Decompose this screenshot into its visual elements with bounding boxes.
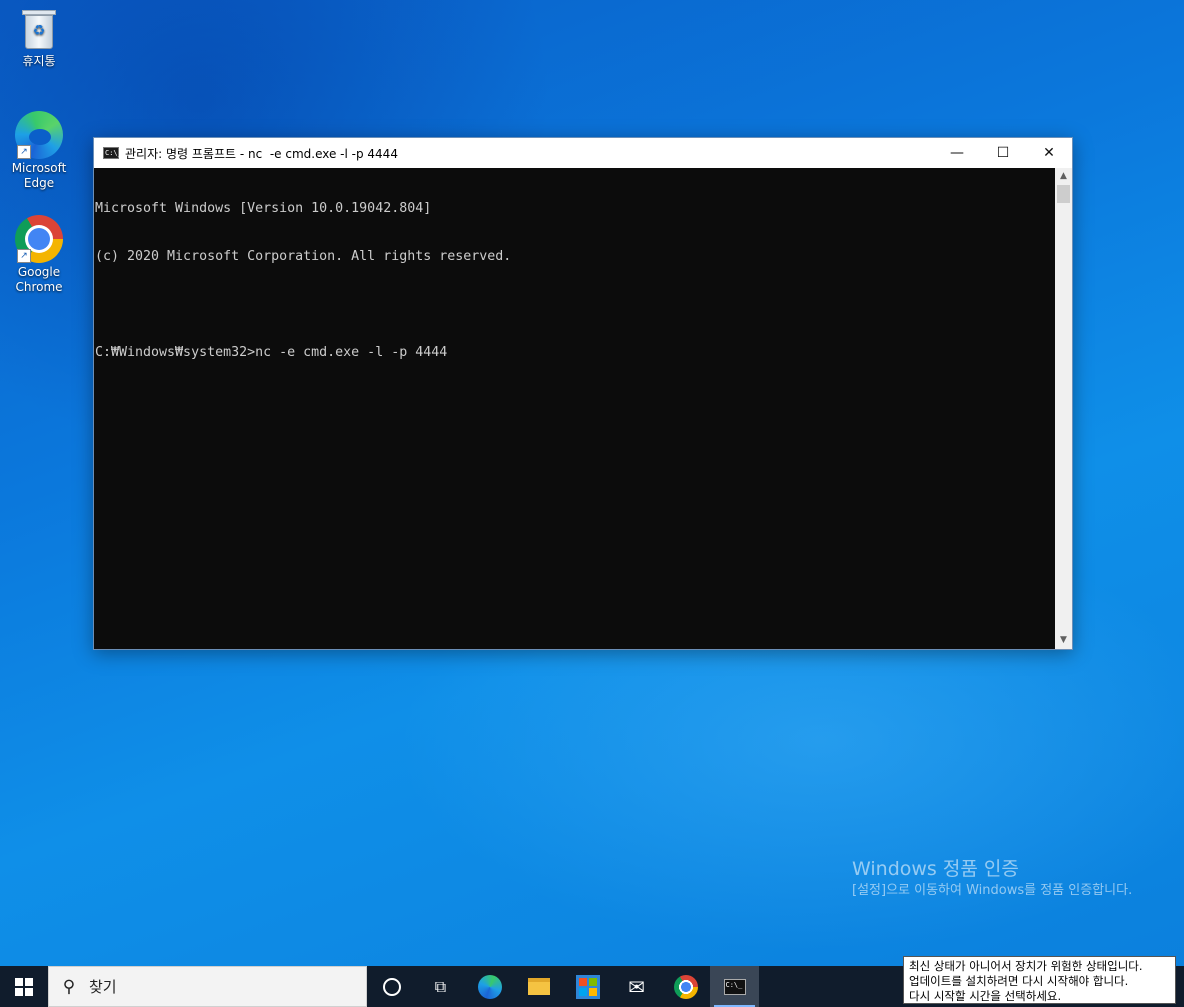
watermark-subtitle: [설정]으로 이동하여 Windows를 정품 인증합니다. [852, 883, 1133, 898]
store-icon [575, 974, 600, 999]
minimize-button[interactable]: — [934, 138, 980, 168]
notification-line: 최신 상태가 아니어서 장치가 위험한 상태입니다. [909, 959, 1143, 973]
notification-line: 업데이트를 설치하려면 다시 시작해야 합니다. [909, 974, 1129, 988]
chrome-icon: ↗ [15, 215, 63, 263]
edge-icon [477, 974, 502, 999]
search-box[interactable]: ⚲ 찾기 [48, 966, 367, 1007]
cortana-button[interactable] [367, 966, 416, 1007]
desktop-icon-google-chrome[interactable]: ↗ Google Chrome [1, 215, 77, 295]
maximize-button[interactable]: ☐ [980, 138, 1026, 168]
scroll-up-icon[interactable]: ▲ [1055, 168, 1072, 185]
command-prompt-icon: C:\_ [723, 978, 746, 995]
console-line: (c) 2020 Microsoft Corporation. All righ… [95, 249, 512, 264]
task-view-button[interactable]: ⧉ [416, 966, 465, 1007]
desktop-icon-recycle-bin[interactable]: ♻ 휴지통 [1, 8, 77, 69]
taskbar-store-button[interactable] [563, 966, 612, 1007]
file-explorer-icon [527, 978, 550, 995]
start-button[interactable] [0, 966, 48, 1007]
cortana-icon [382, 977, 401, 996]
recycle-bin-icon: ♻ [15, 8, 63, 52]
console-line: Microsoft Windows [Version 10.0.19042.80… [95, 201, 432, 216]
desktop-icon-label: 휴지통 [22, 54, 56, 68]
shortcut-arrow-icon: ↗ [17, 249, 31, 263]
scroll-down-icon[interactable]: ▼ [1055, 632, 1072, 649]
desktop-icon-microsoft-edge[interactable]: ↗ Microsoft Edge [1, 111, 77, 191]
taskbar-edge-button[interactable] [465, 966, 514, 1007]
console-line: C:₩Windows₩system32>nc -e cmd.exe -l -p … [95, 345, 448, 360]
window-titlebar[interactable]: C:\_ 관리자: 명령 프롬프트 - nc -e cmd.exe -l -p … [94, 138, 1072, 168]
taskbar-file-explorer-button[interactable] [514, 966, 563, 1007]
notification-line: 다시 시작할 시간을 선택하세요. [909, 989, 1062, 1003]
search-placeholder: 찾기 [89, 978, 117, 996]
search-icon: ⚲ [62, 976, 76, 997]
windows-logo-icon [15, 977, 33, 996]
close-button[interactable]: ✕ [1026, 138, 1072, 168]
mail-icon: ✉ [628, 974, 645, 999]
chrome-icon [673, 974, 698, 999]
task-view-icon: ⧉ [434, 976, 447, 996]
update-notification[interactable]: 최신 상태가 아니어서 장치가 위험한 상태입니다. 업데이트를 설치하려면 다… [903, 956, 1176, 1004]
desktop-icon-label: Google Chrome [15, 265, 63, 294]
taskbar-mail-button[interactable]: ✉ [612, 966, 661, 1007]
taskbar-chrome-button[interactable] [661, 966, 710, 1007]
console-output[interactable]: Microsoft Windows [Version 10.0.19042.80… [94, 168, 1055, 649]
window-title: 관리자: 명령 프롬프트 - nc -e cmd.exe -l -p 4444 [125, 146, 398, 161]
vertical-scrollbar[interactable]: ▲ ▼ [1055, 168, 1072, 649]
shortcut-arrow-icon: ↗ [17, 145, 31, 159]
desktop-icon-label: Microsoft Edge [11, 161, 67, 190]
watermark-title: Windows 정품 인증 [852, 858, 1019, 880]
activation-watermark: Windows 정품 인증 [설정]으로 이동하여 Windows를 정품 인증… [852, 857, 1152, 900]
scrollbar-thumb[interactable] [1057, 185, 1070, 203]
command-prompt-icon: C:\_ [103, 147, 122, 159]
taskbar-command-prompt-button[interactable]: C:\_ [710, 966, 759, 1007]
command-prompt-window[interactable]: C:\_ 관리자: 명령 프롬프트 - nc -e cmd.exe -l -p … [93, 137, 1073, 650]
edge-icon: ↗ [15, 111, 63, 159]
